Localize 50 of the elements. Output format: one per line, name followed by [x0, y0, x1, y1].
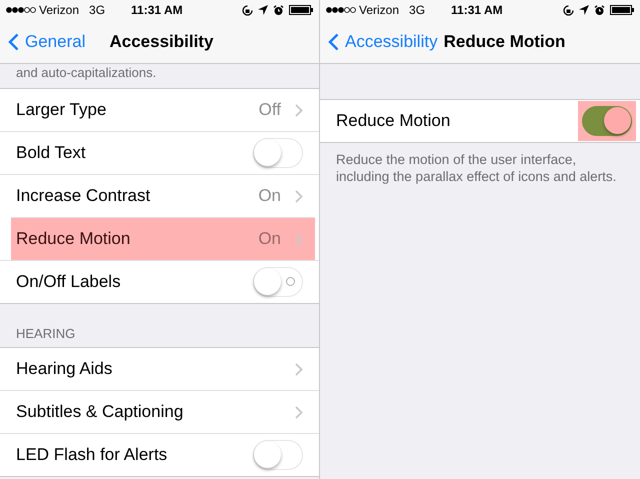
- alarm-clock-icon: [594, 4, 605, 16]
- row-label: On/Off Labels: [16, 272, 122, 292]
- row-label: LED Flash for Alerts: [16, 445, 168, 465]
- battery-icon: [289, 5, 313, 15]
- screen-title: Accessibility: [109, 32, 214, 52]
- row-label: Bold Text: [16, 143, 87, 163]
- chevron-icon: [295, 406, 303, 418]
- signal-strength-icon: [326, 7, 356, 13]
- status-time: 11:31 AM: [451, 3, 503, 17]
- status-time: 11:31 AM: [131, 3, 183, 17]
- row-value: On: [258, 229, 281, 249]
- chevron-icon: [295, 232, 303, 246]
- location-arrow-icon: [258, 5, 268, 15]
- section-header: HEARING: [15, 325, 76, 343]
- chevron-icon: [295, 362, 303, 376]
- carrier-name: Verizon: [359, 3, 400, 17]
- row-label: Increase Contrast: [16, 186, 152, 206]
- alarm-clock-icon: [273, 4, 284, 16]
- back-button[interactable]: General: [8, 32, 86, 52]
- settings-row[interactable]: Bold Text: [0, 131, 319, 174]
- settings-row[interactable]: Hearing Aids: [0, 348, 319, 390]
- section-footer-text: Reduce the motion of the user interface, including the parallax effect of icons and alerts.: [335, 151, 618, 186]
- rotation-lock-icon: [563, 4, 574, 16]
- back-button[interactable]: Accessibility: [328, 32, 438, 52]
- battery-icon: [610, 5, 634, 15]
- chevron-icon: [295, 190, 303, 202]
- row-value: Off: [258, 100, 281, 120]
- row-label: Reduce Motion: [336, 111, 452, 131]
- screen-title: Reduce Motion: [444, 32, 566, 52]
- section-footer-text: and auto-capitalizations.: [15, 64, 158, 82]
- settings-row[interactable]: Reduce Motion: [320, 100, 640, 142]
- signal-strength-icon: [6, 7, 36, 13]
- settings-row[interactable]: Reduce Motion On: [11, 217, 315, 260]
- settings-row[interactable]: Larger Type Off: [0, 89, 319, 131]
- settings-row[interactable]: On/Off Labels: [0, 260, 319, 303]
- row-label: Subtitles & Captioning: [16, 402, 184, 422]
- network-type: 3G: [89, 3, 106, 17]
- back-chevron-icon: [8, 32, 19, 50]
- settings-row[interactable]: LED Flash for Alerts: [0, 433, 319, 476]
- row-label: Hearing Aids: [16, 359, 114, 379]
- row-label: Reduce Motion: [16, 229, 132, 249]
- rotation-lock-icon: [242, 4, 253, 16]
- back-chevron-icon: [328, 32, 339, 50]
- settings-row[interactable]: Subtitles & Captioning: [0, 390, 319, 433]
- row-value: On: [258, 186, 281, 206]
- carrier-name: Verizon: [39, 3, 80, 17]
- row-label: Larger Type: [16, 100, 108, 120]
- location-arrow-icon: [579, 5, 589, 15]
- network-type: 3G: [409, 3, 426, 17]
- chevron-icon: [295, 104, 303, 116]
